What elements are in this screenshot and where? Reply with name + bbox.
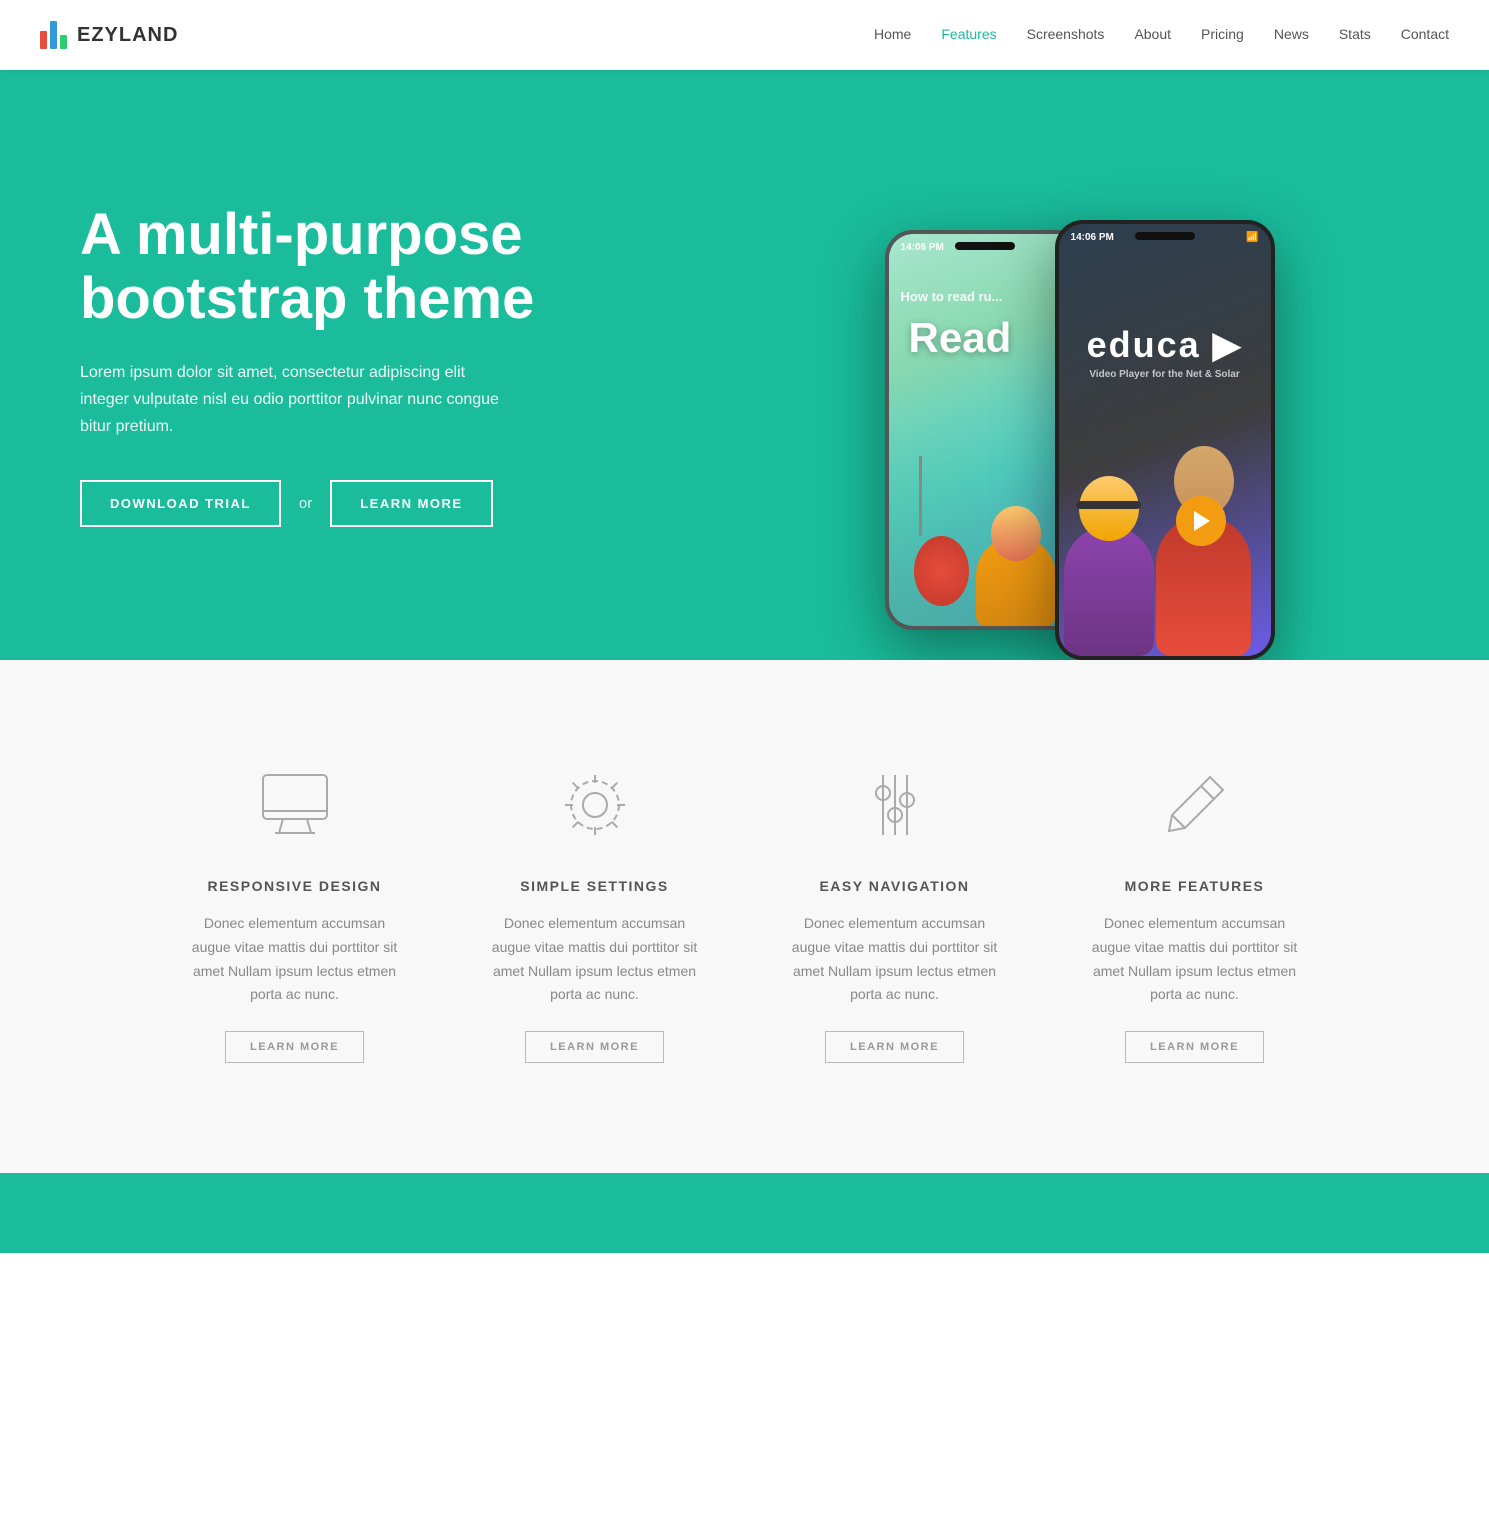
feature-title-navigation: EASY NAVIGATION bbox=[819, 878, 969, 894]
navbar: EZYLAND Home Features Screenshots About … bbox=[0, 0, 1489, 70]
features-section: RESPONSIVE DESIGN Donec elementum accums… bbox=[0, 660, 1489, 1173]
nav-item-about[interactable]: About bbox=[1134, 26, 1171, 44]
logo-bar-blue bbox=[50, 21, 57, 49]
feature-learn-more-settings[interactable]: LEARN MORE bbox=[525, 1031, 664, 1063]
settings-icon bbox=[550, 760, 640, 850]
logo-icon bbox=[40, 21, 67, 49]
feature-item-more: MORE FEATURES Donec elementum accumsan a… bbox=[1045, 740, 1345, 1093]
feature-learn-more-responsive[interactable]: LEARN MORE bbox=[225, 1031, 364, 1063]
nav-item-features[interactable]: Features bbox=[941, 26, 996, 44]
features-grid: RESPONSIVE DESIGN Donec elementum accums… bbox=[145, 740, 1345, 1093]
feature-desc-more: Donec elementum accumsan augue vitae mat… bbox=[1085, 912, 1305, 1007]
nav-item-home[interactable]: Home bbox=[874, 26, 911, 44]
feature-item-responsive: RESPONSIVE DESIGN Donec elementum accums… bbox=[145, 740, 445, 1093]
educa-subtitle: Video Player for the Net & Solar bbox=[1059, 369, 1271, 380]
feature-learn-more-navigation[interactable]: LEARN MORE bbox=[825, 1031, 964, 1063]
hero-image: 14:06 PM How to read ru... Read bbox=[670, 70, 1489, 660]
nav-link-contact[interactable]: Contact bbox=[1401, 26, 1449, 42]
logo-bar-red bbox=[40, 31, 47, 49]
logo[interactable]: EZYLAND bbox=[40, 21, 178, 49]
nav-item-contact[interactable]: Contact bbox=[1401, 26, 1449, 44]
feature-title-settings: SIMPLE SETTINGS bbox=[520, 878, 669, 894]
feature-title-more: MORE FEATURES bbox=[1125, 878, 1265, 894]
phone-right-screen: 14:06 PM 📶 educa ▶ Video Player for the … bbox=[1059, 224, 1271, 656]
hero-title: A multi-purpose bootstrap theme bbox=[80, 203, 600, 331]
sliders-svg bbox=[855, 765, 935, 845]
logo-bar-green bbox=[60, 35, 67, 49]
feature-item-navigation: EASY NAVIGATION Donec elementum accumsan… bbox=[745, 740, 1045, 1093]
educa-title: educa ▶ bbox=[1059, 324, 1271, 366]
phone-right-status: 14:06 PM 📶 bbox=[1059, 232, 1271, 243]
nav-item-stats[interactable]: Stats bbox=[1339, 26, 1371, 44]
nav-item-screenshots[interactable]: Screenshots bbox=[1027, 26, 1105, 44]
hero-or-text: or bbox=[299, 495, 312, 512]
nav-links: Home Features Screenshots About Pricing … bbox=[874, 26, 1449, 44]
bottom-band bbox=[0, 1173, 1489, 1253]
download-trial-button[interactable]: DOWNLOAD TRIAL bbox=[80, 480, 281, 527]
nav-link-about[interactable]: About bbox=[1134, 26, 1171, 42]
hero-buttons: DOWNLOAD TRIAL or LEARN MORE bbox=[80, 480, 600, 527]
nav-link-pricing[interactable]: Pricing bbox=[1201, 26, 1244, 42]
learn-more-button[interactable]: LEARN MORE bbox=[330, 480, 492, 527]
logo-text: EZYLAND bbox=[77, 24, 178, 47]
feature-item-settings: SIMPLE SETTINGS Donec elementum accumsan… bbox=[445, 740, 745, 1093]
feature-title-responsive: RESPONSIVE DESIGN bbox=[207, 878, 381, 894]
pencil-icon bbox=[1150, 760, 1240, 850]
play-triangle-icon bbox=[1194, 511, 1210, 531]
hero-content: A multi-purpose bootstrap theme Lorem ip… bbox=[80, 203, 600, 527]
play-button bbox=[1176, 496, 1226, 546]
hero-description: Lorem ipsum dolor sit amet, consectetur … bbox=[80, 359, 510, 441]
nav-link-news[interactable]: News bbox=[1274, 26, 1309, 42]
feature-desc-settings: Donec elementum accumsan augue vitae mat… bbox=[485, 912, 705, 1007]
phone-left-status: 14:06 PM bbox=[889, 242, 1081, 253]
nav-item-pricing[interactable]: Pricing bbox=[1201, 26, 1244, 44]
sliders-icon bbox=[850, 760, 940, 850]
read-text: Read bbox=[909, 314, 1012, 362]
monitor-svg bbox=[255, 765, 335, 845]
pencil-svg bbox=[1155, 765, 1235, 845]
nav-link-home[interactable]: Home bbox=[874, 26, 911, 42]
hero-section: A multi-purpose bootstrap theme Lorem ip… bbox=[0, 70, 1489, 660]
phone-left-screen: 14:06 PM How to read ru... Read bbox=[889, 234, 1081, 626]
phones-container: 14:06 PM How to read ru... Read bbox=[885, 70, 1275, 660]
feature-desc-responsive: Donec elementum accumsan augue vitae mat… bbox=[185, 912, 405, 1007]
nav-item-news[interactable]: News bbox=[1274, 26, 1309, 44]
nav-link-features[interactable]: Features bbox=[941, 26, 996, 42]
monitor-icon bbox=[250, 760, 340, 850]
feature-desc-navigation: Donec elementum accumsan augue vitae mat… bbox=[785, 912, 1005, 1007]
how-to-read-text: How to read ru... bbox=[901, 289, 1003, 304]
nav-link-screenshots[interactable]: Screenshots bbox=[1027, 26, 1105, 42]
feature-learn-more-more[interactable]: LEARN MORE bbox=[1125, 1031, 1264, 1063]
phone-right: 14:06 PM 📶 educa ▶ Video Player for the … bbox=[1055, 220, 1275, 660]
nav-link-stats[interactable]: Stats bbox=[1339, 26, 1371, 42]
settings-svg bbox=[555, 765, 635, 845]
